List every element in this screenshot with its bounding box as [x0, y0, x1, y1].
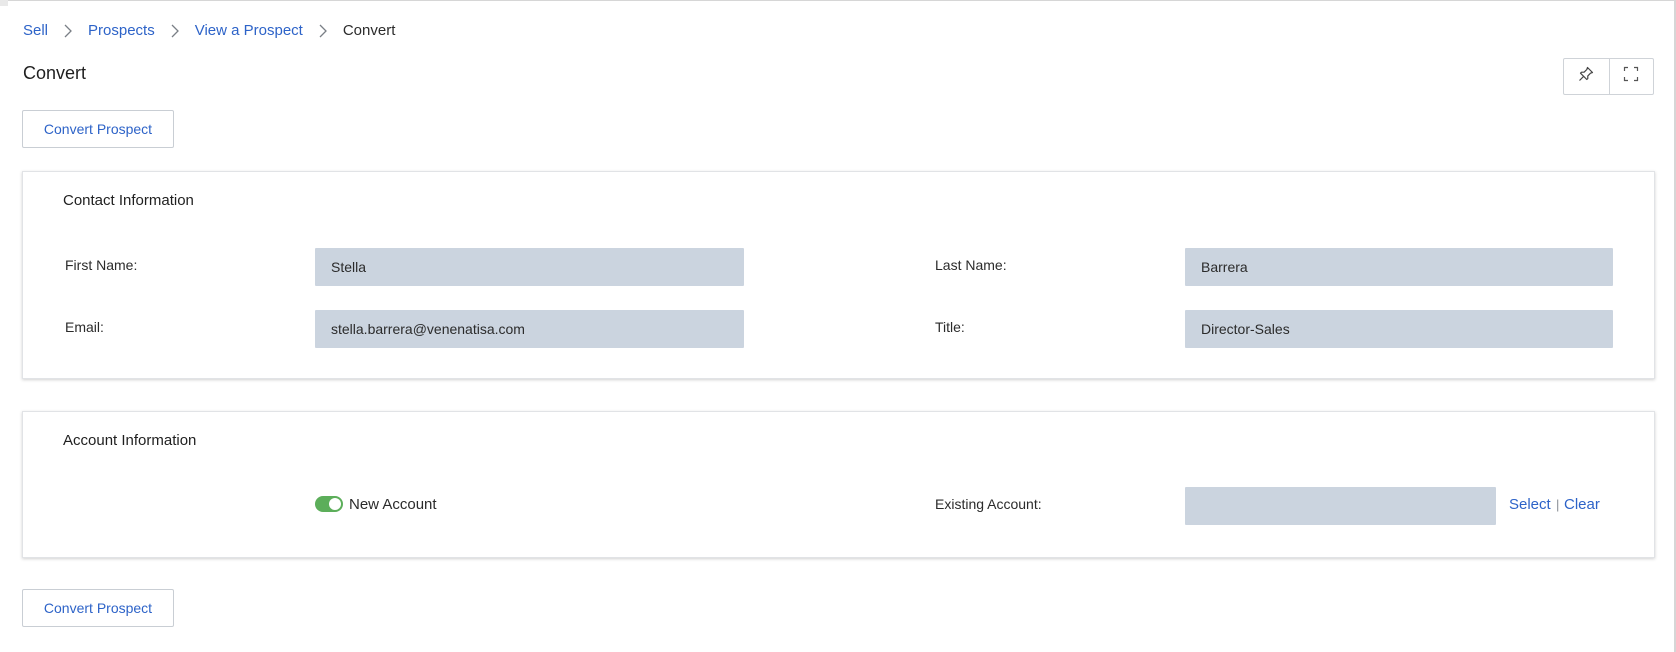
- breadcrumb: Sell Prospects View a Prospect Convert: [23, 22, 395, 40]
- contact-information-panel: Contact Information First Name: Stella L…: [22, 171, 1655, 379]
- toggle-knob: [329, 498, 341, 510]
- existing-account-field[interactable]: [1185, 487, 1496, 525]
- clear-account-link[interactable]: Clear: [1564, 496, 1600, 513]
- email-field[interactable]: stella.barrera@venenatisa.com: [315, 310, 744, 348]
- chevron-right-icon: [303, 22, 343, 40]
- new-account-toggle[interactable]: [315, 496, 343, 512]
- chevron-right-icon: [48, 22, 88, 40]
- account-information-heading: Account Information: [63, 432, 197, 449]
- convert-prospect-button-bottom[interactable]: Convert Prospect: [22, 589, 174, 627]
- link-separator: |: [1556, 497, 1560, 512]
- last-name-field[interactable]: Barrera: [1185, 248, 1613, 286]
- page-title: Convert: [23, 63, 87, 83]
- breadcrumb-current: Convert: [342, 22, 396, 39]
- top-shade: [0, 0, 8, 6]
- title-field[interactable]: Director-Sales: [1185, 310, 1613, 348]
- chevron-right-icon: [155, 22, 195, 40]
- account-information-panel: Account Information New Account Existing…: [22, 411, 1655, 558]
- fullscreen-icon: [1622, 65, 1640, 88]
- pin-icon: [1577, 65, 1595, 88]
- breadcrumb-prospects[interactable]: Prospects: [88, 22, 155, 40]
- email-label: Email:: [65, 319, 104, 335]
- convert-prospect-button-top[interactable]: Convert Prospect: [22, 110, 174, 148]
- existing-account-label: Existing Account:: [935, 496, 1042, 512]
- last-name-label: Last Name:: [935, 257, 1007, 273]
- breadcrumb-view-prospect[interactable]: View a Prospect: [195, 22, 303, 40]
- first-name-label: First Name:: [65, 257, 138, 273]
- new-account-label: New Account: [349, 496, 437, 513]
- breadcrumb-sell[interactable]: Sell: [23, 22, 48, 40]
- select-account-link[interactable]: Select: [1509, 496, 1551, 513]
- first-name-field[interactable]: Stella: [315, 248, 744, 286]
- title-label: Title:: [935, 319, 965, 335]
- pin-button[interactable]: [1564, 59, 1609, 94]
- view-tools: [1563, 58, 1654, 95]
- contact-information-heading: Contact Information: [63, 192, 194, 209]
- fullscreen-button[interactable]: [1608, 59, 1654, 94]
